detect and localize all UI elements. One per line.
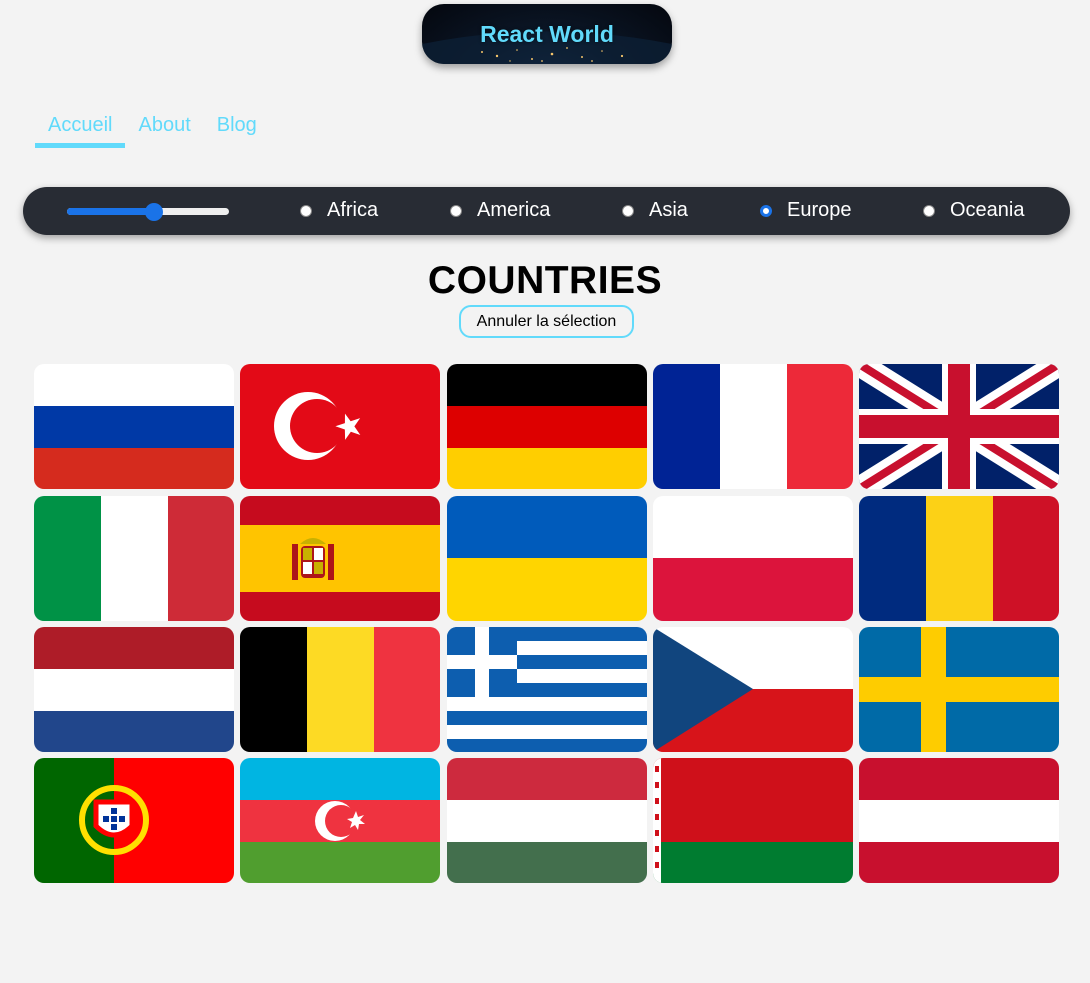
italy-flag[interactable]	[34, 496, 234, 621]
greece-flag[interactable]	[447, 627, 647, 752]
radio-button[interactable]	[923, 204, 935, 217]
main-nav: Accueil About Blog	[35, 112, 270, 148]
hungary-flag[interactable]	[447, 758, 647, 883]
belgium-flag[interactable]	[240, 627, 440, 752]
sweden-flag[interactable]	[859, 627, 1059, 752]
radio-label: Oceania	[950, 199, 1025, 221]
slider-thumb[interactable]	[145, 203, 163, 221]
filter-bar: Africa America Asia Europe Oceania	[23, 187, 1070, 235]
nav-link-about[interactable]: About	[125, 112, 203, 148]
austria-flag[interactable]	[859, 758, 1059, 883]
country-count-slider[interactable]	[67, 203, 229, 221]
nav-link-blog[interactable]: Blog	[204, 112, 270, 148]
radio-asia[interactable]: Asia	[622, 199, 688, 222]
czechia-flag[interactable]	[653, 627, 853, 752]
netherlands-flag[interactable]	[34, 627, 234, 752]
portugal-flag[interactable]	[34, 758, 234, 883]
page-title: COUNTRIES	[427, 259, 663, 302]
france-flag[interactable]	[653, 364, 853, 489]
poland-flag[interactable]	[653, 496, 853, 621]
ukraine-flag[interactable]	[447, 496, 647, 621]
united-kingdom-flag[interactable]	[859, 364, 1059, 489]
radio-button[interactable]	[450, 204, 462, 217]
radio-button[interactable]	[622, 204, 634, 217]
radio-oceania[interactable]: Oceania	[923, 199, 1025, 222]
react-world-logo[interactable]: React World	[422, 4, 672, 64]
radio-label: America	[477, 199, 551, 221]
azerbaijan-flag[interactable]	[240, 758, 440, 883]
russia-flag[interactable]	[34, 364, 234, 489]
belarus-flag[interactable]	[653, 758, 853, 883]
nav-link-accueil[interactable]: Accueil	[35, 112, 126, 148]
radio-africa[interactable]: Africa	[300, 199, 378, 222]
turkey-flag[interactable]	[240, 364, 440, 489]
radio-button-checked[interactable]	[760, 204, 772, 217]
spain-flag[interactable]	[240, 496, 440, 621]
radio-label: Europe	[787, 199, 852, 221]
radio-label: Africa	[327, 199, 379, 221]
radio-america[interactable]: America	[450, 199, 550, 222]
romania-flag[interactable]	[859, 496, 1059, 621]
radio-europe[interactable]: Europe	[760, 199, 852, 222]
logo-title: React World	[480, 21, 614, 47]
cancel-selection-button[interactable]: Annuler la sélection	[459, 305, 634, 338]
slider-fill	[67, 208, 155, 215]
radio-button[interactable]	[300, 204, 312, 217]
radio-label: Asia	[649, 199, 688, 221]
germany-flag[interactable]	[447, 364, 647, 489]
